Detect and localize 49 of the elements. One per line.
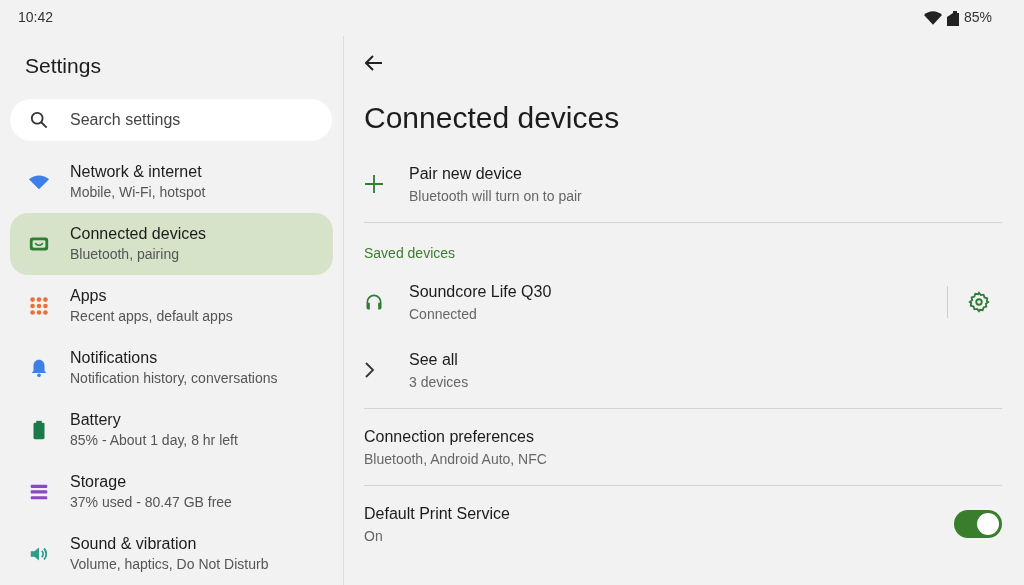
sidebar-item[interactable]: Apps Recent apps, default apps	[10, 275, 333, 337]
item-subtitle: Notification history, conversations	[70, 369, 278, 388]
item-subtitle: Recent apps, default apps	[70, 307, 233, 326]
item-subtitle: 37% used - 80.47 GB free	[70, 493, 232, 512]
item-title: Apps	[70, 286, 108, 306]
sidebar-item[interactable]: Battery 85% - About 1 day, 8 hr left	[10, 399, 333, 461]
toggle-switch[interactable]	[954, 509, 1002, 538]
settings-row[interactable]: See all 3 devices	[344, 335, 1002, 404]
row-subtitle: On	[364, 526, 384, 546]
row-subtitle: Bluetooth, Android Auto, NFC	[364, 449, 548, 469]
row-title: Default Print Service	[364, 503, 511, 524]
item-title: Sound & vibration	[70, 534, 198, 554]
item-title: Network & internet	[70, 162, 203, 182]
page-title: Connected devices	[364, 99, 621, 136]
item-title: Connected devices	[70, 224, 207, 244]
plus-icon	[364, 173, 384, 194]
row-title: Pair new device	[409, 163, 523, 184]
wifi-icon	[923, 10, 942, 25]
row-subtitle: Bluetooth will turn on to pair	[409, 186, 583, 206]
item-subtitle: Volume, haptics, Do Not Disturb	[70, 555, 269, 574]
row-title: See all	[409, 349, 459, 370]
settings-row[interactable]: Connection preferences Bluetooth, Android Auto, NFC	[344, 412, 1002, 481]
item-title: Notifications	[70, 348, 159, 368]
item-subtitle: Bluetooth, pairing	[70, 245, 180, 264]
item-subtitle: 85% - About 1 day, 8 hr left	[70, 431, 238, 450]
sidebar-item[interactable]: Notifications Notification history, conversations	[10, 337, 333, 399]
row-subtitle: Connected	[409, 304, 478, 324]
search-field[interactable]: Search settings	[10, 99, 332, 141]
settings-row[interactable]: Soundcore Life Q30 Connected	[344, 267, 1002, 336]
row-title: Connection preferences	[364, 426, 535, 447]
sidebar-item[interactable]: Network & internet Mobile, Wi-Fi, hotspot	[10, 151, 333, 213]
item-title: Storage	[70, 472, 128, 492]
section-header: Saved devices	[364, 243, 457, 263]
row-subtitle: 3 devices	[409, 372, 470, 392]
settings-title: Settings	[25, 52, 102, 79]
item-subtitle: Mobile, Wi-Fi, hotspot	[70, 183, 206, 202]
back-arrow-icon[interactable]	[365, 54, 383, 71]
sidebar-item[interactable]: Connected devices Bluetooth, pairing	[10, 213, 333, 275]
sidebar-item[interactable]: Storage 37% used - 80.47 GB free	[10, 461, 333, 523]
item-title: Battery	[70, 410, 122, 430]
settings-row[interactable]: Pair new device Bluetooth will turn on to pair	[344, 149, 1002, 218]
chevron-right-icon	[364, 360, 376, 379]
row-title: Soundcore Life Q30	[409, 281, 553, 302]
settings-icon[interactable]	[968, 290, 990, 313]
search-icon	[30, 111, 48, 129]
sidebar-item[interactable]: Sound & vibration Volume, haptics, Do Not Disturb	[10, 523, 333, 585]
battery-percentage: 85%	[963, 8, 992, 28]
status-time: 10:42	[18, 8, 54, 28]
settings-row[interactable]: Default Print Service On	[344, 489, 1002, 558]
